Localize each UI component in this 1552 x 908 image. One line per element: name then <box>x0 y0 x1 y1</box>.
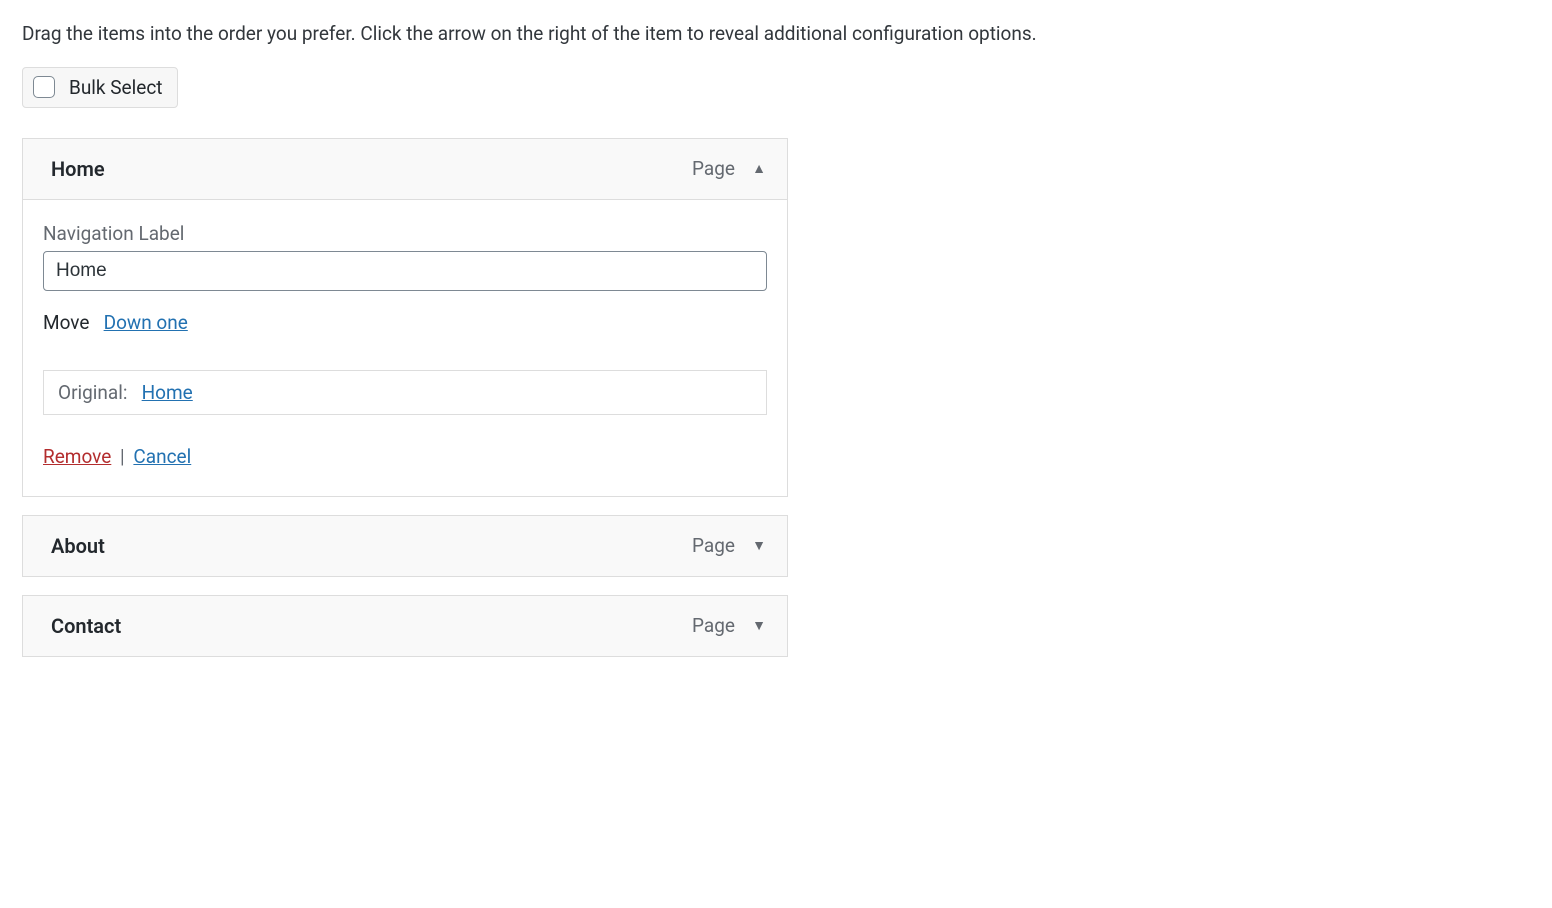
menu-item-header[interactable]: Contact Page ▼ <box>22 595 788 657</box>
chevron-down-icon[interactable]: ▼ <box>751 537 767 554</box>
move-row: Move Down one <box>43 311 767 334</box>
original-box: Original: Home <box>43 370 767 415</box>
bulk-select-control[interactable]: Bulk Select <box>22 67 178 108</box>
menu-item-type: Page <box>692 534 735 557</box>
menu-item-body: Navigation Label Move Down one Original:… <box>22 199 788 497</box>
bulk-select-label: Bulk Select <box>69 76 163 99</box>
menu-item-header[interactable]: About Page ▼ <box>22 515 788 577</box>
bulk-select-checkbox[interactable] <box>33 76 55 98</box>
menu-item-type-wrap: Page ▲ <box>692 157 767 180</box>
menu-item-about[interactable]: About Page ▼ <box>22 515 788 577</box>
cancel-link[interactable]: Cancel <box>133 445 191 468</box>
menu-items-list: Home Page ▲ Navigation Label Move Down o… <box>22 138 788 657</box>
original-link[interactable]: Home <box>142 381 193 404</box>
menu-item-header[interactable]: Home Page ▲ <box>22 138 788 199</box>
move-label: Move <box>43 311 89 334</box>
menu-item-type: Page <box>692 157 735 180</box>
nav-label-input[interactable] <box>43 251 767 291</box>
nav-label-title: Navigation Label <box>43 222 767 245</box>
menu-item-contact[interactable]: Contact Page ▼ <box>22 595 788 657</box>
move-down-link[interactable]: Down one <box>104 311 188 334</box>
menu-item-title: Contact <box>51 614 121 638</box>
action-separator: | <box>120 445 125 468</box>
menu-item-home[interactable]: Home Page ▲ Navigation Label Move Down o… <box>22 138 788 497</box>
menu-item-type: Page <box>692 614 735 637</box>
original-prefix: Original: <box>58 381 127 404</box>
menu-item-title: About <box>51 534 105 558</box>
remove-link[interactable]: Remove <box>43 445 111 468</box>
menu-item-type-wrap: Page ▼ <box>692 534 767 557</box>
actions-row: Remove | Cancel <box>43 445 767 468</box>
menu-item-type-wrap: Page ▼ <box>692 614 767 637</box>
menu-item-title: Home <box>51 157 105 181</box>
chevron-down-icon[interactable]: ▼ <box>751 617 767 634</box>
instructions-text: Drag the items into the order you prefer… <box>22 20 1532 49</box>
chevron-up-icon[interactable]: ▲ <box>751 160 767 177</box>
